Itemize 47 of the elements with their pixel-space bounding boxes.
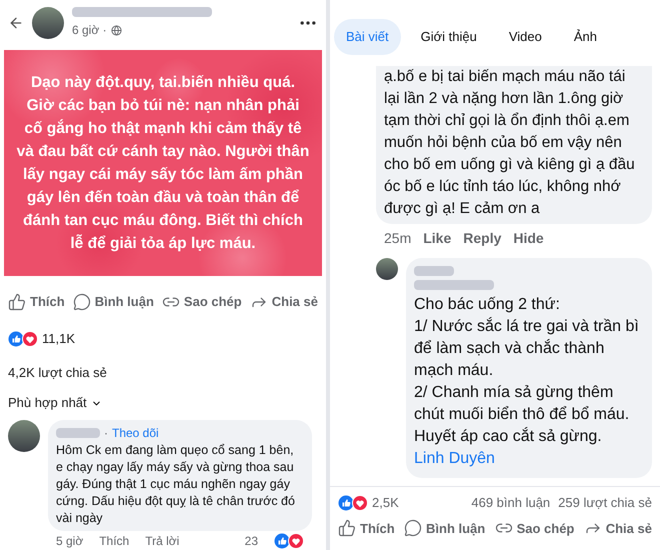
blurred-name [56, 428, 100, 438]
globe-icon [110, 24, 122, 36]
comment-action-button[interactable]: Bình luận [404, 518, 486, 538]
avatar [376, 258, 398, 280]
comment-time: 25m [384, 228, 412, 248]
share-action-button[interactable]: Chia sẻ [584, 518, 652, 538]
share-count: 4,2K lượt chia sẻ [8, 364, 107, 382]
comment-action-link[interactable]: Reply [463, 228, 502, 248]
reaction-icons [8, 331, 38, 347]
post-time: 6 giờ · [72, 22, 107, 39]
blurred-name [414, 266, 454, 276]
mention-link[interactable]: Linh Duyên [414, 450, 495, 467]
avatar [32, 7, 64, 39]
like-action-button[interactable]: Thích [338, 518, 395, 538]
sort-dropdown[interactable]: Phù hợp nhất [8, 393, 87, 413]
comment-action-button[interactable]: Bình luận [72, 292, 154, 312]
comment-count[interactable]: 469 bình luận [471, 492, 550, 512]
reaction-count: 23 [244, 533, 258, 550]
follow-link[interactable]: Theo dõi [112, 424, 159, 442]
like-action-button[interactable]: Thích [8, 292, 65, 312]
copy-action-button[interactable]: Sao chép [162, 292, 242, 312]
comment-action-link[interactable]: Thích [99, 532, 130, 550]
speech-bubble-icon [404, 519, 422, 538]
tab[interactable]: Ảnh [562, 19, 610, 55]
copy-action-button[interactable]: Sao chép [494, 518, 574, 538]
comment-action-link[interactable]: Like [423, 228, 452, 248]
thumbs-up-icon [8, 293, 26, 311]
speech-bubble-icon [72, 293, 91, 311]
share-count[interactable]: 259 lượt chia sẻ [558, 492, 652, 512]
separator-dot: · [104, 425, 108, 442]
reaction-count: 2,5K [372, 494, 399, 512]
tab[interactable]: Bài viết [334, 19, 401, 55]
comment-text: ạ.bố e bị tai biến mạch máu não tái lại lần 2 và nặng hơn lần 1.ông giờ tạm thời chỉ gọi là ổn định thôi ạ.em muốn hỏi bệnh của bố em vậy nên cho bố em uống gì và kiêng gì ạ đầu óc bố e lúc tỉnh táo lúc, không nhớ được gì ạ! E cảm ơn a [384, 67, 636, 219]
comment-action-link[interactable]: Trả lời [145, 532, 180, 550]
tab[interactable]: Video [496, 19, 554, 55]
reaction-icons [338, 494, 368, 510]
post-text: Dạo này đột.quy, tai.biến nhiều quá. Giờ các bạn bỏ túi nè: nạn nhân phải cố gắng ho thật mạnh khi cảm thấy tê và đau bất cứ cánh tay nào. Người thân lấy ngay cái máy sấy tóc làm ấm phần gáy lên đến toàn đầu và toàn thân để đánh tan cục máu đông. Biết thì chích lễ để giải tỏa áp lực máu. [16, 73, 310, 254]
reply-text: Cho bác uống 2 thứ: 1/ Nước sắc lá tre gai và trần bì để làm sạch và chắc thành mạch máu. 2/ Chanh mía sả gừng thêm chút muối biển thô để bổ máu. Huyết áp cao cắt sả gừng. Linh Duyên [414, 295, 640, 469]
tab[interactable]: Giới thiệu [408, 19, 489, 55]
reaction-count: 11,1K [42, 330, 76, 348]
comment-text: Hôm Ck em đang làm quẹo cổ sang 1 bên, e chạy ngay lấy máy sấy và gừng thoa sau gáy. Đúng thật 1 cục máu nghẽn ngay gáy cứng. Dấu hiệu đột quỵ là tê chân trước đó vài ngày [56, 442, 296, 527]
thumbs-up-icon [338, 519, 356, 538]
comment-time: 5 giờ [56, 533, 84, 550]
back-icon[interactable] [8, 15, 24, 31]
share-action-button[interactable]: Chia sẻ [250, 292, 318, 312]
comment-action-link[interactable]: Hide [513, 228, 544, 248]
avatar [8, 420, 40, 452]
